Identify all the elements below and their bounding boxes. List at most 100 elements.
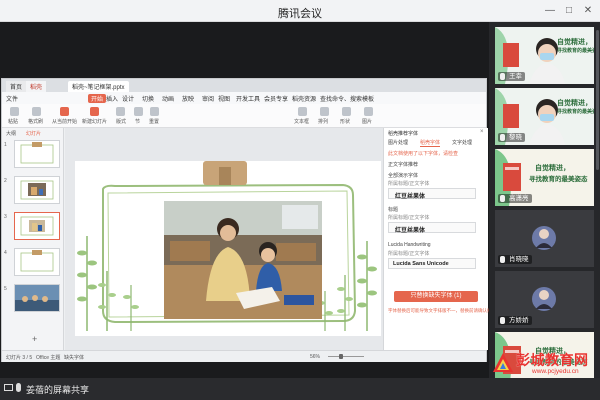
ribbon-label: 形状 [340, 119, 351, 125]
font-entry-box[interactable]: Lucida Sans Unicode [388, 258, 476, 269]
thumbnail-number: 2 [4, 178, 7, 184]
wps-status-bar: 幻灯片 3 / 5 Office 主题 缺失字体 56% [2, 350, 486, 362]
watermark-logo: 彭城教育网 www.pcjyedu.cn [492, 348, 600, 378]
font-entry-box[interactable]: 红豆丝果体 [388, 222, 476, 234]
thumbnail-number: 5 [4, 286, 7, 292]
tab-docer-fonts[interactable]: 稻壳字体 [420, 139, 441, 147]
play-from-current-icon[interactable] [60, 107, 69, 116]
menu-search[interactable]: 查找命令、搜索模板 [320, 94, 374, 103]
participant-name: 肖晓晓 [498, 255, 532, 264]
microphone-icon[interactable] [16, 383, 21, 392]
microphone-icon [500, 195, 505, 202]
ribbon-label: 粘贴 [8, 119, 19, 125]
slide-thumbnail[interactable] [14, 140, 60, 168]
ribbon-label: 节 [135, 119, 141, 125]
zoom-slider-handle[interactable] [339, 354, 344, 359]
textbox-icon[interactable] [298, 107, 307, 116]
new-slide-icon[interactable] [90, 107, 99, 116]
menu-animation[interactable]: 动画 [162, 94, 174, 103]
tab-home[interactable]: 首页 [6, 81, 27, 92]
menu-design[interactable]: 设计 [122, 94, 134, 103]
slide-thumbnail[interactable] [14, 248, 60, 276]
zoom-slider[interactable] [328, 356, 364, 357]
font-entry-name: 红豆丝果体 [395, 194, 426, 200]
wps-tab-bar: 首页 稻壳 稻壳~笔记框架.pptx [2, 79, 486, 92]
participant-tile[interactable]: 自觉精进， 寻找教育的最美姿态 高潇亮 [495, 149, 594, 206]
minimize-icon[interactable]: — [542, 3, 558, 19]
slide-thumbnail[interactable] [14, 176, 60, 204]
format-painter-icon[interactable] [32, 107, 41, 116]
menu-insert[interactable]: 插入 [106, 94, 118, 103]
paste-icon[interactable] [10, 107, 19, 116]
thumb-tab-outline[interactable]: 大纲 [6, 130, 16, 137]
participant-name: 王幸 [498, 72, 525, 81]
add-slide-icon[interactable]: + [32, 334, 37, 344]
shared-screen: 首页 稻壳 稻壳~笔记框架.pptx 文件 开始 插入 设计 切换 动画 放映 … [0, 22, 496, 378]
font-entry-detail: 所属标题/正文字体 [388, 251, 430, 257]
menu-transition[interactable]: 切换 [142, 94, 154, 103]
close-icon[interactable]: ✕ [580, 3, 596, 19]
arrange-icon[interactable] [320, 107, 329, 116]
poster-text: 自觉精进， [557, 39, 592, 46]
tab-text-process[interactable]: 文字处理 [452, 139, 472, 146]
slide-thumbnail[interactable] [14, 284, 60, 312]
replace-missing-fonts-button[interactable]: 只替换缺失字体 (1) [394, 291, 478, 302]
menu-file[interactable]: 文件 [6, 94, 18, 103]
font-entry-label: Lucida Handwriting [388, 242, 431, 248]
microphone-icon [500, 317, 505, 324]
watermark-emblem-icon [493, 353, 513, 372]
reset-icon[interactable] [150, 107, 159, 116]
window-title: 腾讯会议 [278, 8, 322, 20]
poster-text: 寻找教育的最美姿态 [557, 109, 594, 115]
menu-home[interactable]: 开始 [88, 94, 107, 103]
menu-review[interactable]: 审阅 [202, 94, 214, 103]
panel-scrollbar[interactable] [596, 30, 599, 170]
meeting-window: 腾讯会议 — □ ✕ 首页 稻壳 稻壳~笔记框架.pptx 文件 开始 插入 设… [0, 0, 600, 400]
pane-close-icon[interactable]: × [480, 129, 484, 135]
tab-image-process[interactable]: 图片处理 [388, 139, 408, 146]
participant-name: 方娇娇 [498, 316, 532, 325]
ribbon-label: 新建幻灯片 [82, 119, 108, 125]
wps-window: 首页 稻壳 稻壳~笔记框架.pptx 文件 开始 插入 设计 切换 动画 放映 … [1, 78, 496, 362]
wps-menu-bar: 文件 开始 插入 设计 切换 动画 放映 审阅 视图 开发工具 会员专享 稻壳资… [2, 92, 486, 104]
menu-devtools[interactable]: 开发工具 [236, 94, 260, 103]
thumb-tab-slides[interactable]: 幻灯片 [26, 130, 41, 137]
ribbon-label: 排列 [318, 119, 329, 125]
slide-thumbnail-selected[interactable] [14, 212, 60, 240]
layout-icon[interactable] [116, 107, 125, 116]
font-pane-title: 稻壳推荐字体 [388, 131, 419, 137]
participant-tile[interactable]: 自觉精进， 寻找教育的最美姿态黎晓 [495, 88, 594, 145]
participant-tile[interactable]: 方娇娇 [495, 271, 594, 328]
menu-vip[interactable]: 会员专享 [264, 94, 288, 103]
tab-docer[interactable]: 稻壳 [26, 81, 47, 92]
font-entry-name: Lucida Sans Unicode [393, 261, 449, 267]
font-pane: 稻壳推荐字体 × 图片处理 稻壳字体 文字处理 此文档使用了以下字体，请检查 正… [383, 128, 496, 350]
slide-info: 幻灯片 3 / 5 [6, 355, 33, 361]
font-entry-box[interactable]: 红豆丝果体 [388, 188, 476, 200]
zoom-level: 56% [310, 354, 321, 360]
menu-slideshow[interactable]: 放映 [182, 94, 194, 103]
section-icon[interactable] [134, 107, 143, 116]
classroom-photo[interactable] [164, 201, 322, 319]
ribbon-label: 图片 [362, 119, 373, 125]
ribbon-label: 版式 [116, 119, 127, 125]
picture-icon[interactable] [364, 107, 373, 116]
ribbon-label: 文本框 [294, 119, 310, 125]
participant-tile[interactable]: 自觉精进， 寻找教育的最美姿态王幸 [495, 27, 594, 84]
microphone-icon [500, 256, 505, 263]
thumbnail-number: 1 [4, 142, 7, 148]
maximize-icon[interactable]: □ [561, 3, 577, 19]
thumbnail-number: 4 [4, 250, 7, 256]
microphone-icon [500, 134, 505, 141]
ribbon-label: 格式刷 [28, 119, 44, 125]
missing-font-status[interactable]: 缺失字体 [64, 354, 84, 361]
current-slide[interactable] [75, 161, 381, 336]
poster-text: 自觉精进， [557, 100, 592, 107]
tab-document[interactable]: 稻壳~笔记框架.pptx [68, 81, 129, 92]
participant-tile[interactable]: 肖晓晓 [495, 210, 594, 267]
slide-canvas [65, 128, 383, 350]
monitor-icon [4, 384, 13, 391]
menu-docer[interactable]: 稻壳资源 [292, 94, 316, 103]
menu-view[interactable]: 视图 [218, 94, 230, 103]
shape-icon[interactable] [342, 107, 351, 116]
